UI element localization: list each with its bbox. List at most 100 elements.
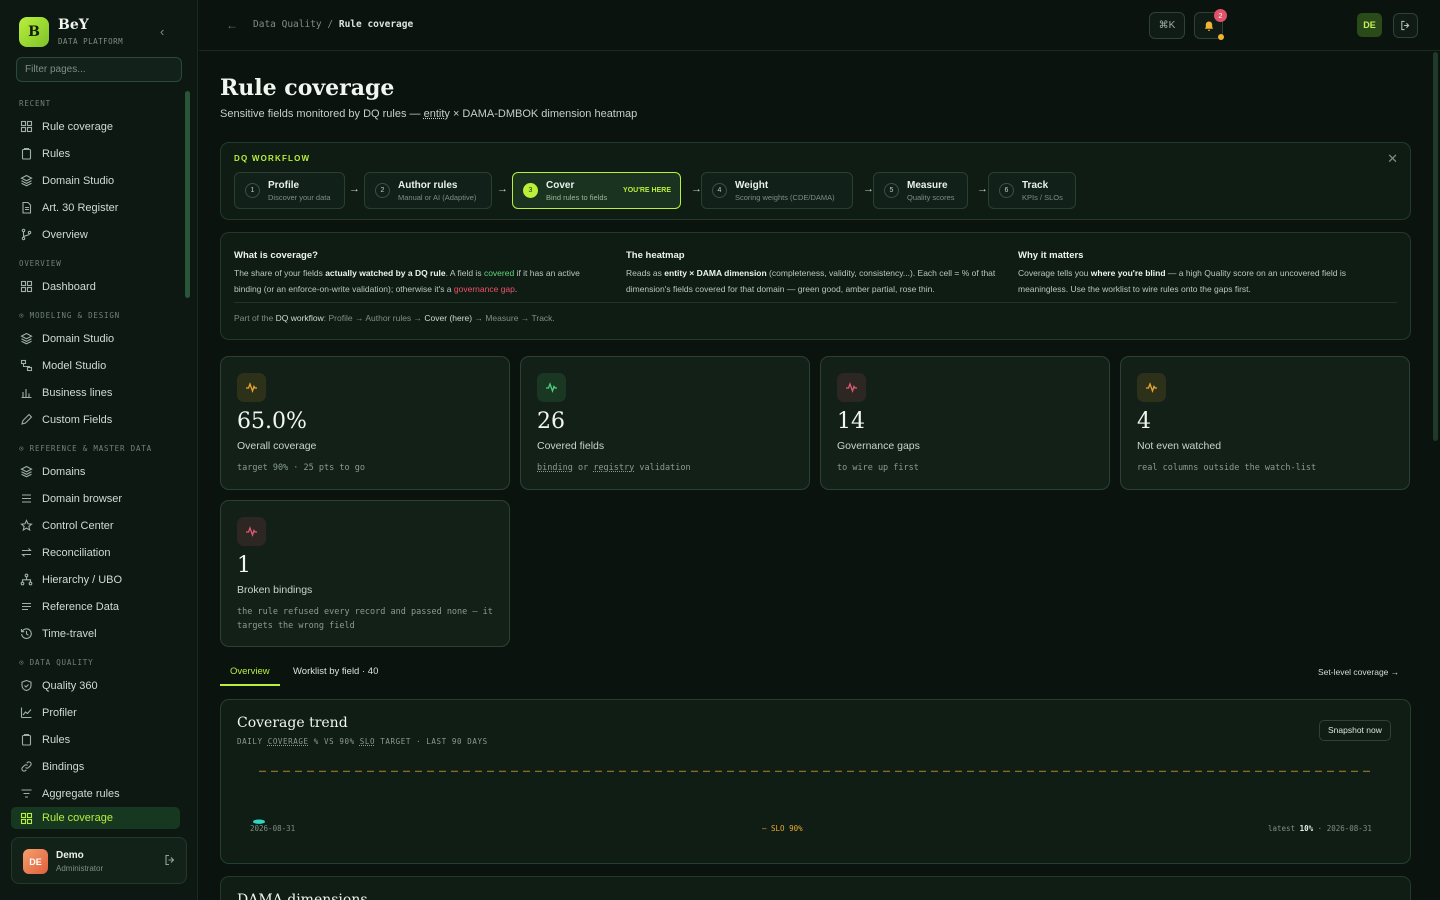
sidebar-item-control-center[interactable]: Control Center [0, 512, 198, 539]
sidebar-item-aggregate-rules[interactable]: Aggregate rules [0, 780, 198, 807]
sidebar-item-label: Control Center [42, 520, 114, 532]
command-palette-button[interactable]: ⌘K [1149, 12, 1185, 39]
sidebar-item-business-lines[interactable]: Business lines [0, 379, 198, 406]
sidebar-item-reconciliation[interactable]: Reconciliation [0, 539, 198, 566]
workflow-step-cover[interactable]: 3 Cover Bind rules to fields YOU'RE HERE [512, 172, 681, 209]
trend-start-date: 2026-08-31 [250, 824, 295, 833]
sidebar-item-label: Art. 30 Register [42, 202, 118, 214]
info-col-heatmap: The heatmap Reads as entity × DAMA dimen… [626, 248, 996, 297]
brand-name: BeY [58, 18, 123, 33]
workflow-step-weight[interactable]: 4 Weight Scoring weights (CDE/DAMA) [701, 172, 853, 209]
sidebar-item-custom-fields[interactable]: Custom Fields [0, 406, 198, 433]
step-subtitle: Bind rules to fields [546, 193, 607, 202]
kpi-covered-fields[interactable]: 26 Covered fields binding or registry va… [520, 356, 810, 490]
notifications-button[interactable]: 2 [1194, 12, 1223, 39]
sidebar-item-rule-coverage[interactable]: Rule coverage [0, 113, 198, 140]
sidebar-item-model-studio[interactable]: Model Studio [0, 352, 198, 379]
workflow-step-measure[interactable]: 5 Measure Quality scores [873, 172, 968, 209]
user-card[interactable]: DE Demo Administrator [11, 837, 187, 884]
sidebar-item-label: Quality 360 [42, 680, 98, 692]
bar-chart-icon [20, 386, 33, 399]
kpi-label: Governance gaps [837, 440, 920, 452]
step-subtitle: KPIs / SLOs [1022, 193, 1063, 202]
sidebar-item-label: Model Studio [42, 360, 106, 372]
tab-worklist[interactable]: Worklist by field · 40 [293, 662, 378, 686]
sidebar-item-label: Domains [42, 466, 85, 478]
back-arrow-icon[interactable]: ← [226, 18, 238, 32]
kpi-value: 14 [837, 409, 865, 434]
step-title: Profile [268, 180, 299, 191]
sidebar-item-label: Bindings [42, 761, 84, 773]
step-number: 5 [884, 183, 899, 198]
dama-dimensions-panel: DAMA dimensions [220, 876, 1411, 900]
detail-registry: registry [593, 463, 634, 473]
sidebar-item-dashboard[interactable]: Dashboard [0, 273, 198, 300]
info-gap: governance gap [454, 284, 515, 294]
sidebar-item-domain-browser[interactable]: Domain browser [0, 485, 198, 512]
sidebar-item-profiler[interactable]: Profiler [0, 699, 198, 726]
sidebar-item-quality-360[interactable]: Quality 360 [0, 672, 198, 699]
set-level-coverage-link[interactable]: Set-level coverage → [1318, 667, 1399, 677]
sidebar-scrollbar[interactable] [185, 91, 190, 298]
sidebar-item-label: Domain browser [42, 493, 122, 505]
workflow-step-profile[interactable]: 1 Profile Discover your data [234, 172, 345, 209]
tab-overview[interactable]: Overview [220, 662, 280, 686]
breadcrumb: Data Quality / Rule coverage [253, 19, 413, 30]
user-role: Administrator [56, 864, 103, 873]
sidebar-item-reference-data[interactable]: Reference Data [0, 593, 198, 620]
sidebar-item-hierarchy-ubo[interactable]: Hierarchy / UBO [0, 566, 198, 593]
sidebar-item-rules[interactable]: Rules [0, 726, 198, 753]
workflow-label: DQ WORKFLOW [234, 154, 310, 163]
sidebar-item-label: Rules [42, 734, 70, 746]
footer-link[interactable]: DQ workflow [276, 313, 324, 323]
brand[interactable]: B BeY DATA PLATFORM [19, 17, 123, 47]
workflow-step-track[interactable]: 6 Track KPIs / SLOs [988, 172, 1076, 209]
close-icon[interactable]: ✕ [1387, 151, 1398, 167]
sidebar-item-label: Reference Data [42, 601, 119, 613]
info-heading: Why it matters [1018, 248, 1388, 264]
sidebar-item-label: Overview [42, 229, 88, 241]
sidebar-item-domain-studio[interactable]: Domain Studio [0, 167, 198, 194]
trend-icon [20, 706, 33, 719]
notification-dot [1218, 34, 1224, 40]
kpi-label: Covered fields [537, 440, 604, 452]
breadcrumb-parent[interactable]: Data Quality [253, 19, 322, 30]
kpi-label: Broken bindings [237, 584, 312, 596]
hierarchy-icon [20, 573, 33, 586]
you-are-here-label: YOU'RE HERE [623, 187, 671, 194]
logout-icon [1400, 20, 1411, 31]
kpi-broken-bindings[interactable]: 1 Broken bindings the rule refused every… [220, 500, 510, 647]
sidebar-item-rule-coverage[interactable]: Rule coverage [11, 807, 180, 829]
document-icon [20, 201, 33, 214]
sidebar-item-label: Hierarchy / UBO [42, 574, 122, 586]
page-scrollbar[interactable] [1433, 52, 1438, 441]
kpi-label: Overall coverage [237, 440, 316, 452]
kpi-governance-gaps[interactable]: 14 Governance gaps to wire up first [820, 356, 1110, 490]
kpi-overall-coverage[interactable]: 65.0% Overall coverage target 90% · 25 p… [220, 356, 510, 490]
sidebar-item-art-30-register[interactable]: Art. 30 Register [0, 194, 198, 221]
breadcrumb-separator: / [327, 19, 333, 30]
sidebar-item-domains[interactable]: Domains [0, 458, 198, 485]
filter-pages-input[interactable]: Filter pages... [16, 57, 182, 82]
kpi-not-watched[interactable]: 4 Not even watched real columns outside … [1120, 356, 1410, 490]
sidebar-item-label: Rule coverage [42, 812, 113, 824]
workflow-step-author-rules[interactable]: 2 Author rules Manual or AI (Adaptive) [364, 172, 492, 209]
sidebar-item-time-travel[interactable]: Time-travel [0, 620, 198, 647]
sidebar: B BeY DATA PLATFORM ‹ Filter pages... RE… [0, 0, 198, 900]
sidebar-item-bindings[interactable]: Bindings [0, 753, 198, 780]
sidebar-item-overview[interactable]: Overview [0, 221, 198, 248]
collapse-sidebar-icon[interactable]: ‹ [160, 24, 164, 39]
kpi-detail: target 90% · 25 pts to go [237, 461, 499, 475]
step-subtitle: Scoring weights (CDE/DAMA) [735, 193, 835, 202]
logout-icon[interactable] [164, 854, 176, 866]
workflow-panel: DQ WORKFLOW ✕ 1 Profile Discover your da… [220, 142, 1411, 220]
trend-latest: latest 10% · 2026-08-31 [1268, 824, 1372, 833]
sidebar-nav: RECENT Rule coverage Rules Domain Studio… [0, 90, 198, 830]
link-icon [20, 760, 33, 773]
sidebar-item-domain-studio[interactable]: Domain Studio [0, 325, 198, 352]
user-badge[interactable]: DE [1357, 13, 1382, 37]
sidebar-item-rules[interactable]: Rules [0, 140, 198, 167]
latest-text: latest [1268, 824, 1300, 833]
logout-button[interactable] [1393, 13, 1418, 38]
nav-section-title: ⊙ MODELING & DESIGN [0, 309, 198, 323]
